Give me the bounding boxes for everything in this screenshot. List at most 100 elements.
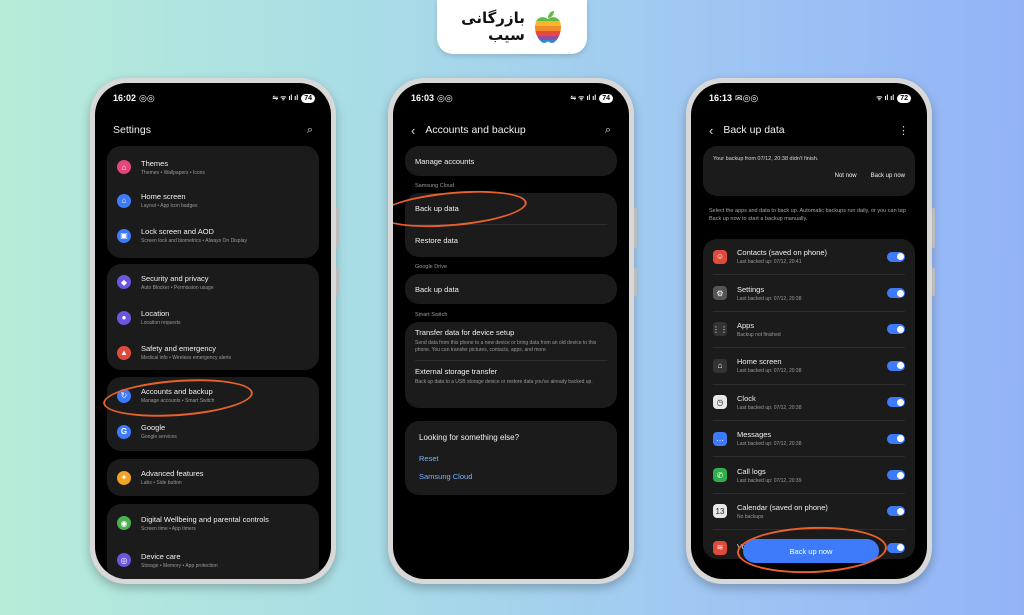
backup-item-row[interactable]: ⋮⋮ Apps Backup not finished (703, 312, 915, 347)
backup-items-card: ☺ Contacts (saved on phone) Last backed up… (703, 239, 915, 559)
app-bar: ‹ Back up data ⋮ (709, 121, 909, 139)
smart-switch-card: Transfer data for device setup Send data… (405, 322, 617, 408)
item-sub: Screen time • App timers (141, 525, 196, 532)
backup-toggle[interactable] (887, 360, 905, 371)
restore-data-item[interactable]: Restore data (405, 225, 617, 256)
item-label: Device care (141, 551, 181, 561)
item-label: Google (141, 423, 166, 432)
item-label: Settings (737, 284, 765, 294)
samsung-cloud-card: Back up data Restore data (405, 193, 617, 257)
backup-toggle[interactable] (887, 506, 905, 517)
page-title: Accounts and backup (425, 124, 526, 136)
notification-icon: ◎◎ (139, 92, 155, 103)
home-icon: ⌂ (713, 358, 727, 373)
home-icon: ⌂ (117, 193, 131, 208)
status-bar: 16:02 ◎◎ ⇋ ᯤ ıl ıl 74 (113, 91, 315, 105)
back-arrow-icon[interactable]: ‹ (709, 123, 713, 138)
settings-item-home-screen[interactable]: ⌂ Home screen Layout • App icon badges (107, 183, 319, 218)
item-sub: Last backed up: 07/12, 20:38 (737, 295, 802, 302)
settings-item-accounts-backup[interactable]: ↻ Accounts and backup Manage accounts • … (107, 377, 319, 414)
backup-toggle[interactable] (887, 288, 905, 299)
item-sub: Back up data to a USB storage device or … (415, 378, 593, 385)
reset-link[interactable]: Reset (419, 454, 603, 463)
backup-toggle[interactable] (887, 433, 905, 444)
item-label: Safety and emergency (141, 344, 217, 353)
phone-back-up-data: 16:13 ✉◎◎ ᯤ ıl ıl 72 ‹ Back up data ⋮ Yo… (686, 78, 935, 584)
battery-icon: 74 (301, 93, 315, 103)
shield-icon: ◆ (117, 275, 131, 289)
backup-item-row[interactable]: ◷ Clock Last backed up: 07/12, 20:38 (703, 385, 915, 420)
item-label: Home screen (141, 192, 186, 201)
external-storage-item[interactable]: External storage transfer Back up data t… (405, 361, 617, 392)
signal-icon: ⇋ ᯤ ıl ıl (570, 94, 597, 102)
settings-item-lock-screen[interactable]: ▣ Lock screen and AOD Screen lock and bi… (107, 218, 319, 253)
backup-item-row[interactable]: 13 Calendar (saved on phone) No backups (703, 494, 915, 529)
backup-item-row[interactable]: ✆ Call logs Last backed up: 07/12, 20:39 (703, 457, 915, 492)
search-icon[interactable]: ⌕ (307, 124, 313, 137)
back-up-now-small-button[interactable]: Back up now (871, 173, 905, 179)
settings-item-advanced[interactable]: ✦ Advanced features Labs • Side button (107, 459, 319, 496)
settings-group: ◉ Digital Wellbeing and parental control… (107, 504, 319, 579)
more-options-icon[interactable]: ⋮ (898, 124, 909, 137)
settings-group: ↻ Accounts and backup Manage accounts • … (107, 377, 319, 451)
item-label: Messages (737, 430, 772, 440)
item-label: Back up data (415, 284, 459, 294)
backup-toggle[interactable] (887, 470, 905, 481)
volume-button (932, 208, 935, 248)
back-up-now-button[interactable]: Back up now (743, 539, 879, 563)
gear-icon: ⚙ (713, 286, 727, 301)
backup-item-row[interactable]: ⌂ Home screen Last backed up: 07/12, 20:38 (703, 348, 915, 383)
back-up-data-item[interactable]: Back up data (405, 193, 617, 224)
backup-toggle[interactable] (887, 324, 905, 335)
volume-button (336, 208, 339, 248)
settings-item-security[interactable]: ◆ Security and privacy Auto Blocker • Pe… (107, 264, 319, 300)
phone-icon: ✆ (713, 468, 727, 483)
item-sub: Last backed up: 07/12, 20:38 (737, 404, 802, 411)
status-time: 16:02 (113, 93, 137, 103)
backup-item-row[interactable]: ☺ Contacts (saved on phone) Last backed up… (703, 239, 915, 274)
apps-grid-icon: ⋮⋮ (712, 322, 728, 337)
settings-item-safety[interactable]: ▲ Safety and emergency Medical info • Wi… (107, 335, 319, 370)
status-bar: 16:13 ✉◎◎ ᯤ ıl ıl 72 (709, 91, 911, 105)
not-now-button[interactable]: Not now (835, 173, 857, 179)
item-sub: Auto Blocker • Permission usage (141, 284, 214, 291)
item-label: Contacts (saved on phone) (737, 248, 828, 258)
settings-item-device-care[interactable]: ◎ Device care Storage • Memory • App pro… (107, 542, 319, 578)
transfer-data-item[interactable]: Transfer data for device setup Send data… (405, 322, 617, 360)
clock-icon: ◷ (713, 395, 727, 410)
backup-item-row[interactable]: ⚙ Settings Last backed up: 07/12, 20:38 (703, 275, 915, 310)
settings-item-themes[interactable]: ⌂ Themes Themes • Wallpapers • Icons (107, 146, 319, 183)
backup-toggle[interactable] (887, 397, 905, 408)
item-label: Themes (141, 158, 169, 168)
status-time: 16:13 (709, 93, 733, 103)
page-title: Settings (113, 124, 151, 136)
lock-icon: ▣ (117, 228, 131, 243)
item-label: Transfer data for device setup (415, 328, 515, 337)
status-bar: 16:03 ◎◎ ⇋ ᯤ ıl ıl 74 (411, 91, 613, 105)
calendar-icon: 13 (713, 504, 727, 519)
backup-toggle[interactable] (887, 542, 905, 553)
item-label: Home screen (737, 357, 782, 367)
settings-item-wellbeing[interactable]: ◉ Digital Wellbeing and parental control… (107, 504, 319, 542)
item-sub: Screen lock and biometrics • Always On D… (141, 238, 247, 244)
phone-settings: 16:02 ◎◎ ⇋ ᯤ ıl ıl 74 Settings ⌕ ⌂ Theme… (90, 78, 339, 584)
item-sub: Last backed up: 07/12, 20:39 (737, 477, 802, 484)
backup-banner: Your backup from 07/12, 20:38 didn't fin… (703, 146, 915, 196)
backup-item-row[interactable]: … Messages Last backed up: 07/12, 20:38 (703, 421, 915, 456)
item-sub: Labs • Side button (141, 480, 182, 486)
back-arrow-icon[interactable]: ‹ (411, 123, 415, 138)
screen: 16:03 ◎◎ ⇋ ᯤ ıl ıl 74 ‹ Accounts and bac… (393, 83, 629, 579)
looking-heading: Looking for something else? (419, 433, 520, 442)
backup-toggle[interactable] (887, 251, 905, 262)
power-button (336, 268, 339, 296)
settings-item-location[interactable]: ● Location Location requests (107, 300, 319, 335)
brand-name: بازرگانی سیب (461, 11, 525, 43)
manage-accounts-item[interactable]: Manage accounts (405, 146, 617, 176)
samsung-cloud-link[interactable]: Samsung Cloud (419, 472, 603, 481)
search-icon[interactable]: ⌕ (605, 124, 611, 137)
settings-item-google[interactable]: G Google Google services (107, 414, 319, 449)
notification-icon: ✉◎◎ (735, 92, 759, 103)
item-sub: Medical info • Wireless emergency alerts (141, 355, 232, 361)
section-header: Samsung Cloud (415, 183, 455, 189)
gd-back-up-data-item[interactable]: Back up data (405, 274, 617, 304)
